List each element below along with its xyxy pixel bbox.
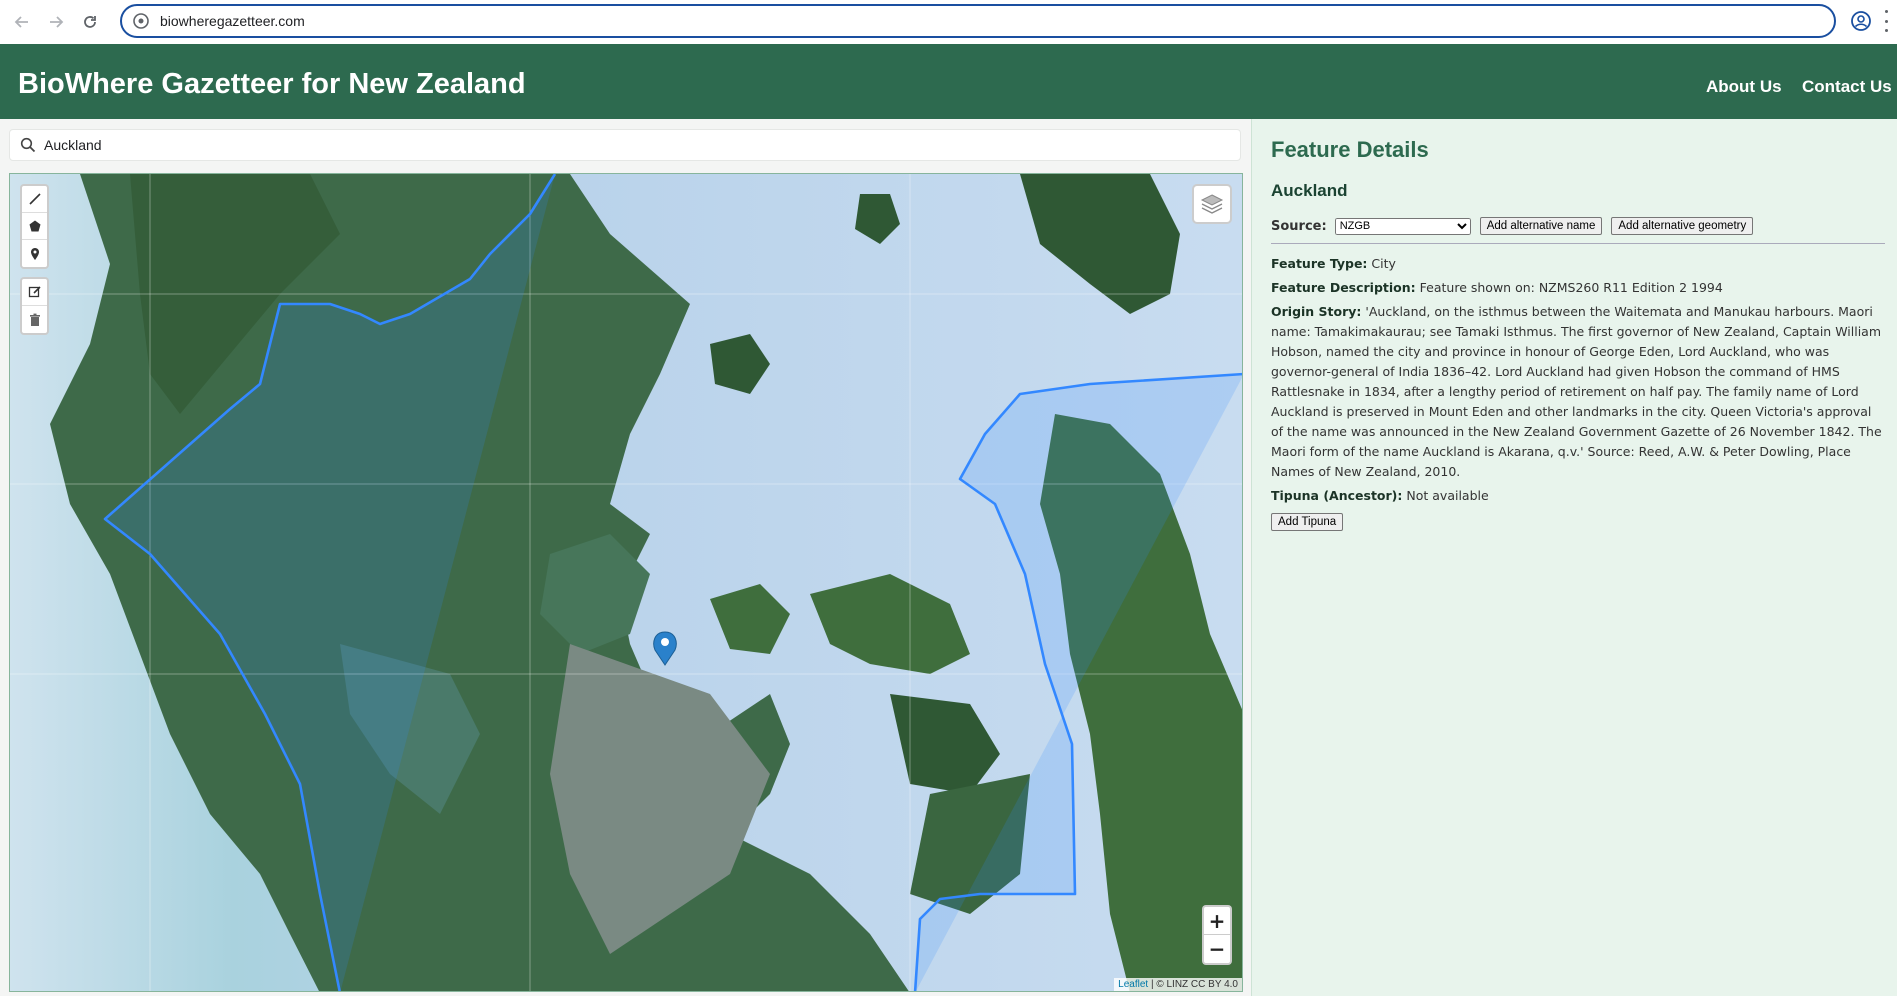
leaflet-link[interactable]: Leaflet	[1118, 979, 1148, 990]
app-title: BioWhere Gazetteer for New Zealand	[18, 68, 526, 100]
reload-icon[interactable]	[76, 8, 104, 36]
feature-description: Feature Description: Feature shown on: N…	[1271, 278, 1885, 298]
panel-title: Feature Details	[1271, 137, 1429, 162]
feature-type: Feature Type: City	[1271, 254, 1885, 274]
menu-icon[interactable]	[1880, 10, 1892, 32]
search-value: Auckland	[44, 137, 102, 153]
trash-icon[interactable]	[22, 306, 47, 333]
origin-story-label: Origin Story:	[1271, 304, 1362, 319]
feature-description-value: Feature shown on: NZMS260 R11 Edition 2 …	[1419, 280, 1723, 295]
feature-type-label: Feature Type:	[1271, 256, 1368, 271]
attribution-text: | © LINZ CC BY 4.0	[1148, 979, 1238, 990]
edit-toolbar	[20, 277, 49, 335]
nav-about-us[interactable]: About Us	[1706, 77, 1782, 97]
marker-icon[interactable]	[22, 240, 47, 267]
add-alternative-name-button[interactable]: Add alternative name	[1479, 217, 1603, 235]
source-row: Source: NZGB Add alternative name Add al…	[1271, 217, 1885, 244]
add-tipuna-button[interactable]: Add Tipuna	[1271, 513, 1344, 531]
map-attribution: Leaflet | © LINZ CC BY 4.0	[1114, 978, 1242, 991]
add-alternative-geometry-button[interactable]: Add alternative geometry	[1611, 217, 1754, 235]
layers-icon[interactable]	[1192, 184, 1232, 224]
feature-details-panel: Feature Details Auckland Source: NZGB Ad…	[1251, 119, 1897, 996]
origin-story-value: 'Auckland, on the isthmus between the Wa…	[1271, 304, 1882, 479]
satellite-basemap	[10, 174, 1242, 991]
profile-icon[interactable]	[1850, 10, 1872, 32]
zoom-in-button[interactable]: +	[1204, 907, 1230, 935]
feature-type-value: City	[1371, 256, 1396, 271]
tipuna-value: Not available	[1406, 488, 1489, 503]
origin-story: Origin Story: 'Auckland, on the isthmus …	[1271, 302, 1885, 482]
edit-icon[interactable]	[22, 279, 47, 306]
tipuna-label: Tipuna (Ancestor):	[1271, 488, 1403, 503]
polyline-icon[interactable]	[22, 186, 47, 213]
browser-toolbar: biowheregazetteer.com	[0, 0, 1897, 44]
search-input[interactable]: Auckland	[9, 129, 1241, 161]
zoom-control: + −	[1202, 905, 1232, 965]
feature-description-label: Feature Description:	[1271, 280, 1416, 295]
nav-contact-us[interactable]: Contact Us	[1802, 77, 1892, 97]
map-pane: Auckland + − Leaflet | © LINZ CC BY 4.0	[0, 119, 1251, 996]
source-label: Source:	[1271, 218, 1327, 234]
zoom-out-button[interactable]: −	[1204, 935, 1230, 963]
search-icon	[20, 137, 36, 153]
polygon-icon[interactable]	[22, 213, 47, 240]
site-info-icon[interactable]	[132, 12, 150, 30]
tipuna: Tipuna (Ancestor): Not available	[1271, 486, 1885, 506]
map[interactable]: + − Leaflet | © LINZ CC BY 4.0	[9, 173, 1243, 992]
app-header: BioWhere Gazetteer for New Zealand About…	[0, 44, 1897, 119]
back-icon[interactable]	[8, 8, 36, 36]
address-bar[interactable]: biowheregazetteer.com	[120, 4, 1836, 38]
forward-icon[interactable]	[42, 8, 70, 36]
url-text: biowheregazetteer.com	[160, 13, 305, 29]
source-select[interactable]: NZGB	[1334, 217, 1471, 235]
draw-toolbar	[20, 184, 49, 269]
feature-name: Auckland	[1271, 181, 1348, 200]
